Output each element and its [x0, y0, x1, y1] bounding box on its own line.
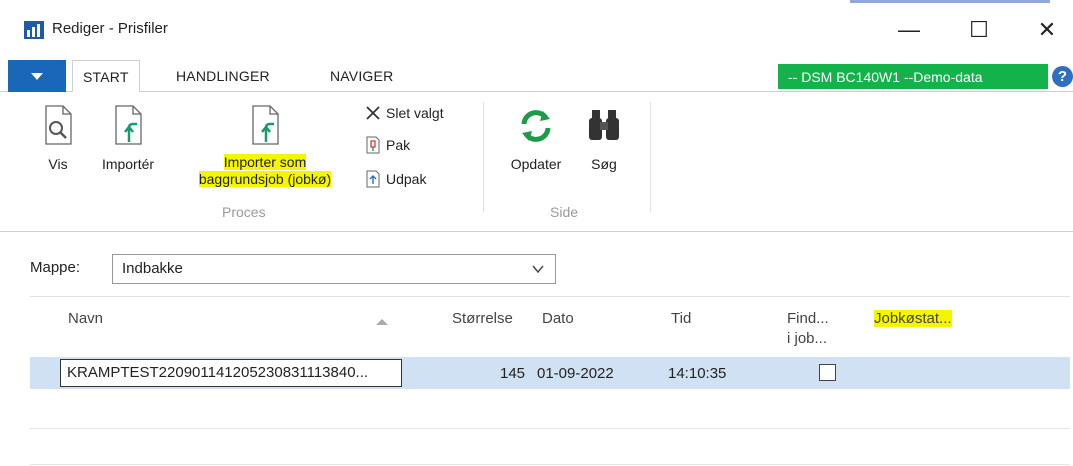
column-header-stoerrelse[interactable]: Størrelse — [452, 309, 513, 329]
column-header-find-line1: Find... — [787, 310, 829, 327]
row-divider — [30, 428, 1070, 429]
maximize-button[interactable]: ☐ — [956, 12, 1002, 48]
title-bar: Rediger - Prisfiler — ☐ ✕ — [0, 0, 1073, 60]
minimize-button[interactable]: — — [886, 12, 932, 48]
soeg-button[interactable]: Søg — [580, 106, 628, 172]
delete-x-icon — [364, 104, 382, 122]
ribbon: Vis Importér Importer som baggrundsjob (… — [0, 92, 1073, 232]
mappe-dropdown[interactable]: Indbakke — [112, 254, 556, 284]
sort-ascending-icon — [376, 319, 388, 325]
importer-label: Importér — [101, 156, 155, 172]
column-header-jobkoestatus-label: Jobkøstat... — [874, 310, 952, 327]
column-header-find-i-job[interactable]: Find... i job... — [787, 309, 829, 349]
help-icon[interactable]: ? — [1052, 66, 1073, 87]
udpak-button[interactable]: Udpak — [364, 170, 426, 188]
title-accent-line — [850, 0, 1050, 3]
column-header-find-line2: i job... — [787, 330, 828, 347]
slet-valgt-button[interactable]: Slet valgt — [364, 104, 444, 122]
cell-dato: 01-09-2022 — [537, 365, 614, 382]
cell-tid: 14:10:35 — [668, 365, 727, 382]
refresh-icon — [521, 110, 551, 142]
chevron-down-icon — [31, 72, 43, 80]
importer-button[interactable]: Importér — [90, 104, 166, 172]
app-menu-button[interactable] — [8, 60, 66, 92]
importer-job-label-line1: Importer som — [223, 154, 307, 170]
import-document-icon — [115, 105, 142, 145]
importer-som-baggrundsjob-button[interactable]: Importer som baggrundsjob (jobkø) — [170, 104, 360, 188]
environment-badge: -- DSM BC140W1 --Demo-data — [778, 64, 1048, 89]
group-label-side: Side — [550, 204, 579, 220]
view-document-icon — [45, 105, 72, 145]
slet-valgt-label: Slet valgt — [386, 105, 444, 121]
zip-pack-icon — [364, 136, 382, 154]
tab-handlinger[interactable]: HANDLINGER — [176, 60, 270, 92]
udpak-label: Udpak — [386, 171, 427, 187]
pak-label: Pak — [386, 137, 411, 153]
app-icon — [24, 21, 44, 39]
tab-naviger[interactable]: NAVIGER — [330, 60, 393, 92]
binoculars-icon — [589, 110, 619, 140]
row-divider — [30, 464, 1070, 465]
ribbon-group-separator — [483, 102, 484, 212]
opdater-label: Opdater — [510, 156, 562, 172]
ribbon-tab-strip: START HANDLINGER NAVIGER -- DSM BC140W1 … — [0, 60, 1073, 93]
column-header-jobkoestatus[interactable]: Jobkøstat... — [874, 309, 952, 329]
cell-navn[interactable]: KRAMPTEST220901141205230831113840... — [60, 359, 402, 387]
chevron-down-icon — [532, 265, 544, 274]
vis-button[interactable]: Vis — [34, 104, 82, 172]
column-header-navn[interactable]: Navn — [68, 309, 103, 329]
tab-start[interactable]: START — [72, 60, 140, 93]
vis-label: Vis — [48, 156, 68, 172]
ribbon-group-separator — [650, 102, 651, 212]
mappe-selected-value: Indbakke — [122, 260, 183, 277]
opdater-button[interactable]: Opdater — [494, 106, 578, 172]
window-title: Rediger - Prisfiler — [52, 20, 168, 37]
import-background-job-icon — [252, 105, 279, 145]
soeg-label: Søg — [591, 156, 617, 172]
column-header-tid[interactable]: Tid — [671, 309, 691, 329]
find-i-job-checkbox[interactable] — [819, 364, 836, 381]
pak-button[interactable]: Pak — [364, 136, 410, 154]
group-label-proces: Proces — [222, 204, 266, 220]
unzip-icon — [364, 170, 382, 188]
file-grid: Navn Størrelse Dato Tid Find... i job...… — [30, 296, 1070, 466]
mappe-label: Mappe: — [30, 259, 81, 276]
close-button[interactable]: ✕ — [1024, 12, 1070, 48]
column-header-dato[interactable]: Dato — [542, 309, 574, 329]
importer-job-label-line2: baggrundsjob (jobkø) — [198, 171, 332, 187]
cell-stoerrelse: 145 — [500, 365, 526, 382]
